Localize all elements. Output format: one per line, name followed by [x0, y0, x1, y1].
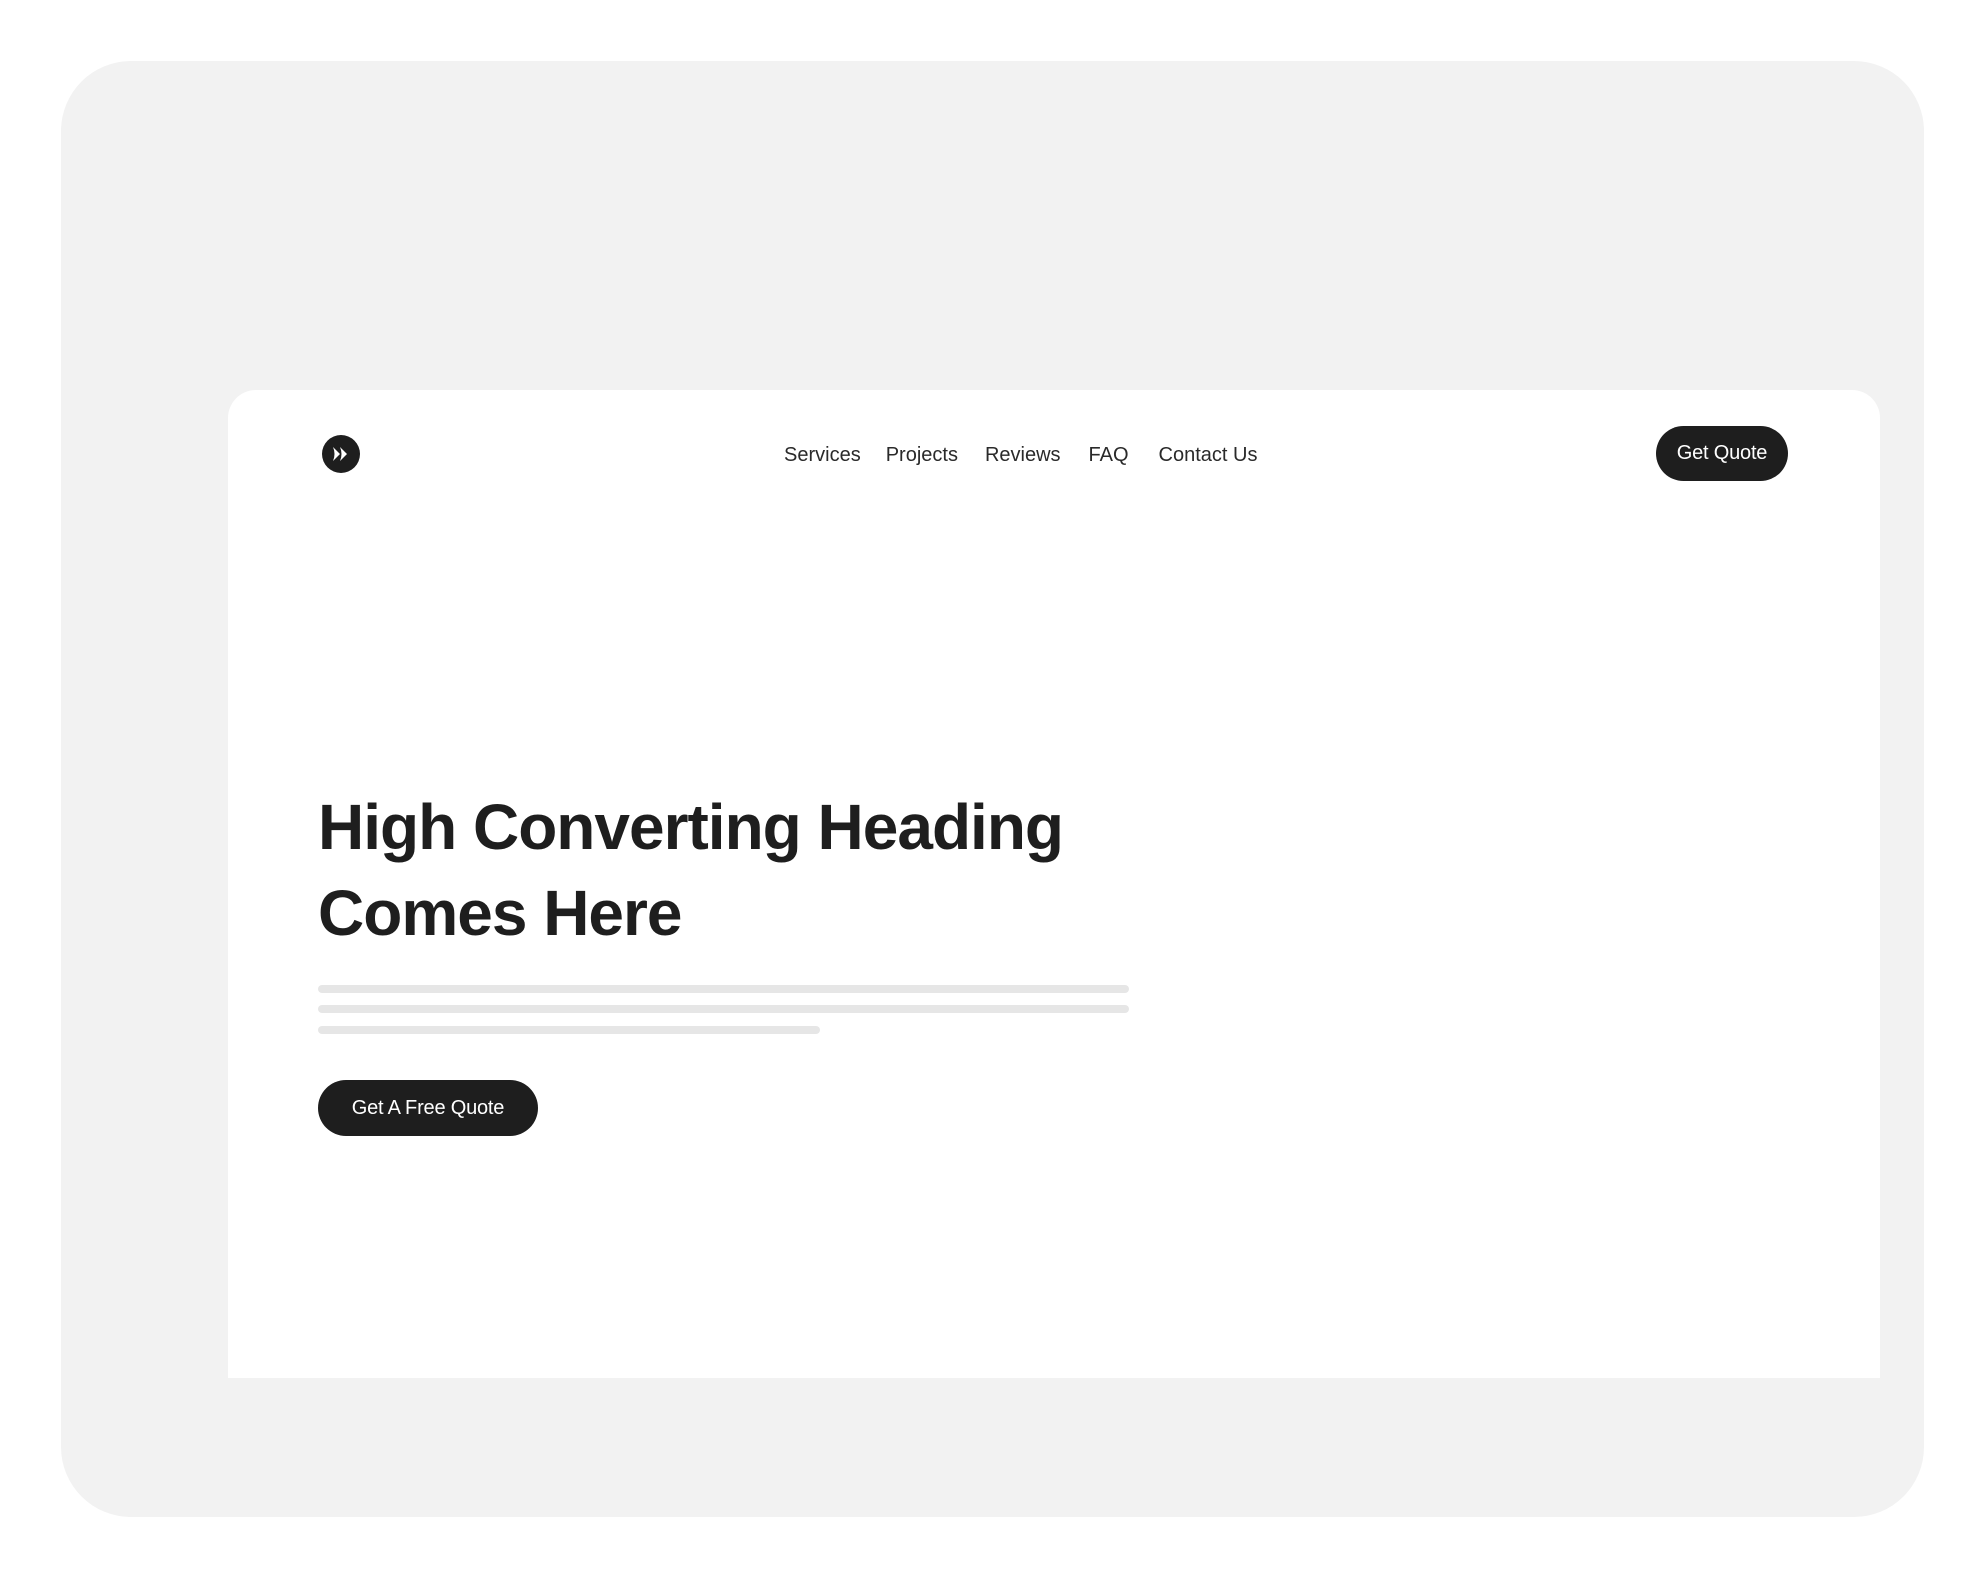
outer-frame: Services Projects Reviews FAQ Contact Us…: [61, 61, 1924, 1517]
placeholder-text-line: [318, 1026, 820, 1034]
hero-heading-line-1: High Converting Heading: [318, 791, 1064, 863]
nav-link-contact-us[interactable]: Contact Us: [1159, 444, 1258, 467]
nav-links: Services Projects Reviews FAQ Contact Us: [784, 437, 1257, 473]
hero-heading-line-2: Comes Here: [318, 877, 682, 949]
placeholder-text-line: [318, 985, 1129, 993]
website-preview-card: Services Projects Reviews FAQ Contact Us…: [228, 390, 1880, 1378]
hero-heading: High Converting Heading Comes Here: [318, 784, 1178, 956]
nav-link-projects[interactable]: Projects: [886, 444, 958, 467]
placeholder-text-line: [318, 1005, 1129, 1013]
nav-link-services[interactable]: Services: [784, 444, 861, 467]
nav-link-reviews[interactable]: Reviews: [985, 444, 1061, 467]
nav-link-faq[interactable]: FAQ: [1089, 444, 1129, 467]
get-free-quote-button[interactable]: Get A Free Quote: [318, 1080, 538, 1136]
get-quote-button[interactable]: Get Quote: [1656, 426, 1788, 481]
logo[interactable]: [322, 435, 360, 473]
top-navigation: Services Projects Reviews FAQ Contact Us…: [228, 390, 1880, 520]
double-chevron-right-icon: [333, 447, 347, 461]
